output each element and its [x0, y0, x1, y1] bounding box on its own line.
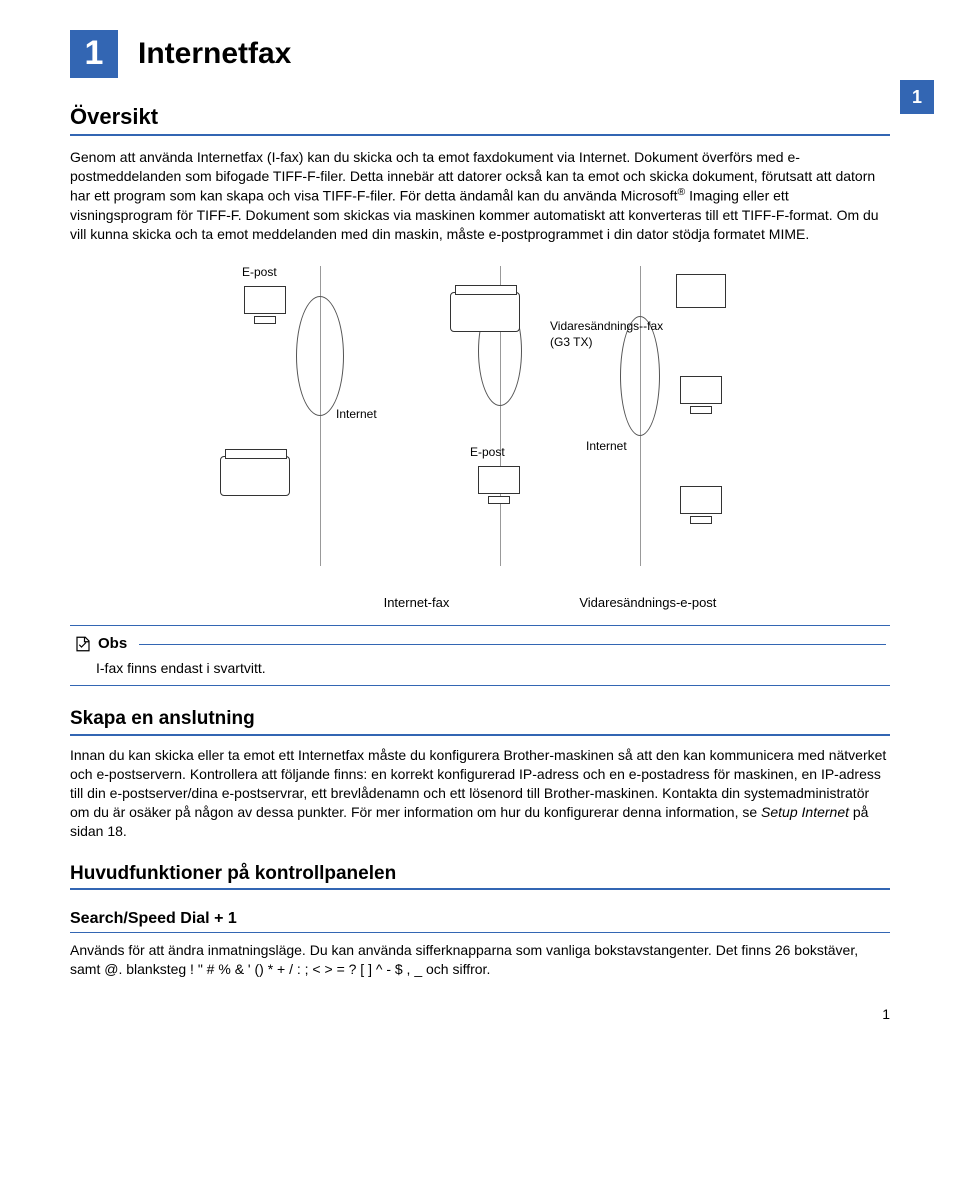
side-tab: 1 [900, 80, 934, 114]
label-relay-email: Vidaresändnings-e-post [579, 594, 716, 612]
panel-paragraph: Används för att ändra inmatningsläge. Du… [70, 941, 890, 979]
printer-icon [450, 292, 520, 332]
network-diagram: E-post Vidaresändnings--fax (G3 TX) Inte… [200, 256, 760, 586]
section-overview-heading: Översikt [70, 102, 890, 136]
pc-icon [676, 376, 724, 416]
pc-icon [474, 466, 522, 506]
note-text: I-fax finns endast i svartvitt. [74, 659, 886, 678]
note-label: Obs [98, 634, 127, 654]
page-number: 1 [70, 1005, 890, 1024]
label-epost: E-post [242, 264, 277, 280]
label-internet-fax: Internet-fax [384, 594, 450, 612]
pc-icon [676, 486, 724, 526]
chapter-title: Internetfax [138, 34, 291, 75]
section-panel-heading: Huvudfunktioner på kontrollpanelen [70, 861, 890, 891]
fax-icon [676, 274, 726, 308]
chapter-header: 1 Internetfax [70, 30, 890, 78]
label-internet: Internet [336, 406, 377, 422]
overview-paragraph: Genom att använda Internetfax (I-fax) ka… [70, 148, 890, 244]
section-connect-heading: Skapa en anslutning [70, 706, 890, 736]
connect-link[interactable]: Setup Internet [761, 804, 849, 820]
panel-sub-heading: Search/Speed Dial + 1 [70, 908, 890, 933]
note-divider [139, 644, 886, 645]
diagram-footer-labels: Internet-fax Vidaresändnings-e-post [210, 594, 890, 612]
note-icon [74, 635, 92, 653]
printer-icon [220, 456, 290, 496]
pc-icon [240, 286, 288, 326]
chapter-number-badge: 1 [70, 30, 118, 78]
connect-paragraph: Innan du kan skicka eller ta emot ett In… [70, 746, 890, 840]
label-internet-2: Internet [586, 438, 627, 454]
label-relay-fax: Vidaresändnings--fax (G3 TX) [550, 318, 663, 350]
label-epost-2: E-post [470, 444, 505, 460]
note-box: Obs I-fax finns endast i svartvitt. [70, 625, 890, 686]
